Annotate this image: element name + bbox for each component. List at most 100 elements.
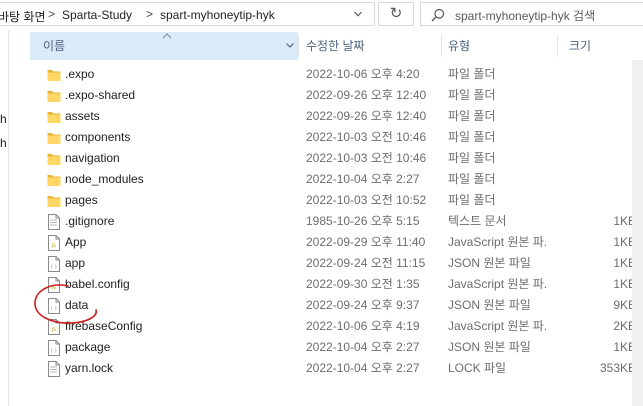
file-type: LOCK 파일: [448, 361, 507, 375]
breadcrumb-sparta-study[interactable]: Sparta-Study: [62, 8, 132, 22]
file-type: 파일 폴더: [448, 151, 496, 165]
folder-icon: [47, 130, 61, 146]
sort-ascending-icon: [162, 33, 172, 39]
file-modified-date: 2022-10-06 오후 4:19: [306, 319, 420, 333]
file-row[interactable]: node_modules 2022-10-04 오후 2:27 파일 폴더: [30, 169, 643, 190]
refresh-icon: ↻: [389, 5, 403, 22]
file-modified-date: 2022-10-06 오후 4:20: [306, 67, 420, 81]
file-modified-date: 2022-10-04 오후 2:27: [306, 172, 420, 186]
folder-icon: [47, 193, 61, 209]
column-header-date-label: 수정한 날짜: [306, 39, 365, 53]
file-row[interactable]: components 2022-10-03 오전 10:46 파일 폴더: [30, 127, 643, 148]
file-type: 텍스트 문서: [448, 214, 507, 228]
file-size: 353KB: [599, 361, 636, 375]
file-type: JavaScript 원본 파...: [448, 277, 548, 291]
json-file-icon: { }: [47, 340, 61, 356]
file-name: .expo: [65, 67, 95, 81]
folder-icon: [47, 151, 61, 167]
js-file-icon: JS: [47, 235, 61, 251]
file-modified-date: 2022-09-29 오후 11:40: [306, 235, 426, 249]
file-type: JSON 원본 파일: [448, 340, 531, 354]
file-size: [570, 64, 636, 85]
vertical-scrollbar[interactable]: [632, 60, 643, 406]
breadcrumb-desktop[interactable]: 바탕 화면: [0, 8, 46, 25]
file-size: 1KB: [613, 256, 636, 270]
folder-icon: [47, 67, 61, 83]
file-size: [570, 148, 636, 169]
breadcrumb-current-folder[interactable]: spart-myhoneytip-hyk: [160, 8, 275, 22]
file-row[interactable]: .expo 2022-10-06 오후 4:20 파일 폴더: [30, 64, 643, 85]
address-bar[interactable]: 바탕 화면 > Sparta-Study > spart-myhoneytip-…: [0, 2, 375, 26]
column-header-name-label: 이름: [43, 39, 66, 53]
file-type: JavaScript 원본 파...: [448, 235, 548, 249]
file-modified-date: 2022-10-04 오후 2:27: [306, 361, 420, 375]
file-size: 1KB: [613, 340, 636, 354]
file-name: .expo-shared: [65, 88, 136, 102]
breadcrumb-separator[interactable]: >: [48, 7, 55, 21]
file-type: 파일 폴더: [448, 67, 496, 81]
address-dropdown-chevron-icon[interactable]: [354, 11, 362, 17]
file-type: 파일 폴더: [448, 193, 496, 207]
file-row[interactable]: .expo-shared 2022-09-26 오후 12:40 파일 폴더: [30, 85, 643, 106]
file-row[interactable]: JS firebaseConfig 2022-10-06 오후 4:19 JavaSc…: [30, 316, 643, 337]
file-name: babel.config: [65, 277, 130, 291]
file-size: 9KB: [613, 298, 636, 312]
file-row[interactable]: JS App 2022-09-29 오후 11:40 JavaScript 원본 파.…: [30, 232, 643, 253]
breadcrumb-separator[interactable]: >: [146, 7, 153, 21]
file-modified-date: 2022-09-24 오후 9:37: [306, 298, 420, 312]
file-type: 파일 폴더: [448, 88, 496, 102]
refresh-button[interactable]: ↻: [378, 2, 414, 26]
file-size: [570, 169, 636, 190]
file-row[interactable]: yarn.lock 2022-10-04 오후 2:27 LOCK 파일 353KB: [30, 358, 643, 379]
file-row[interactable]: navigation 2022-10-03 오전 10:46 파일 폴더: [30, 148, 643, 169]
file-modified-date: 2022-10-04 오후 2:27: [306, 340, 420, 354]
svg-text:{ }: { }: [50, 264, 57, 270]
navigation-pane: h h: [0, 30, 9, 406]
hand-drawn-circle-annotation: [34, 284, 97, 324]
file-name: assets: [65, 109, 100, 123]
file-name: node_modules: [65, 172, 144, 186]
file-name: app: [65, 256, 86, 270]
file-row[interactable]: JS babel.config 2022-09-30 오전 1:35 JavaScri…: [30, 274, 643, 295]
file-type: JSON 원본 파일: [448, 298, 531, 312]
file-row[interactable]: { } package 2022-10-04 오후 2:27 JSON 원본 파일 1K…: [30, 337, 643, 358]
nav-item-fragment[interactable]: h: [0, 136, 7, 150]
column-headers: 이름 수정한 날짜 유형 크기: [30, 32, 643, 60]
lock-file-icon: [47, 361, 61, 377]
file-modified-date: 2022-10-03 오전 10:46: [306, 130, 427, 144]
file-type: 파일 폴더: [448, 130, 496, 144]
file-row[interactable]: pages 2022-10-03 오전 10:52 파일 폴더: [30, 190, 643, 211]
text-file-icon: [47, 214, 61, 230]
file-type: 파일 폴더: [448, 172, 496, 186]
file-row[interactable]: .gitignore 1985-10-26 오후 5:15 텍스트 문서 1KB: [30, 211, 643, 232]
column-header-name[interactable]: 이름: [30, 32, 298, 60]
folder-icon: [47, 88, 61, 104]
folder-icon: [47, 109, 61, 125]
json-file-icon: { }: [47, 256, 61, 272]
search-input[interactable]: spart-myhoneytip-hyk 검색: [455, 7, 595, 24]
file-name: components: [65, 130, 131, 144]
file-size: 1KB: [613, 214, 636, 228]
svg-text:{ }: { }: [50, 348, 57, 354]
file-row[interactable]: { } app 2022-09-24 오전 11:15 JSON 원본 파일 1KB: [30, 253, 643, 274]
file-size: 2KB: [613, 319, 636, 333]
column-header-size[interactable]: 크기: [556, 32, 636, 60]
column-header-size-label: 크기: [569, 39, 592, 53]
nav-item-fragment[interactable]: h: [0, 112, 7, 126]
file-size: 1KB: [613, 277, 636, 291]
file-type: JavaScript 원본 파...: [448, 319, 548, 333]
search-icon: [431, 8, 445, 22]
file-name: App: [65, 235, 87, 249]
file-size: [570, 127, 636, 148]
folder-icon: [47, 172, 61, 188]
file-row[interactable]: assets 2022-09-26 오후 12:40 파일 폴더: [30, 106, 643, 127]
column-header-type[interactable]: 유형: [435, 32, 557, 60]
search-box[interactable]: spart-myhoneytip-hyk 검색: [420, 2, 643, 26]
column-header-date[interactable]: 수정한 날짜: [293, 32, 442, 60]
file-type: 파일 폴더: [448, 109, 496, 123]
file-size: 1KB: [613, 235, 636, 249]
file-name: navigation: [65, 151, 120, 165]
file-row[interactable]: { } data 2022-09-24 오후 9:37 JSON 원본 파일 9KB: [30, 295, 643, 316]
file-name: .gitignore: [65, 214, 115, 228]
file-modified-date: 1985-10-26 오후 5:15: [306, 214, 420, 228]
